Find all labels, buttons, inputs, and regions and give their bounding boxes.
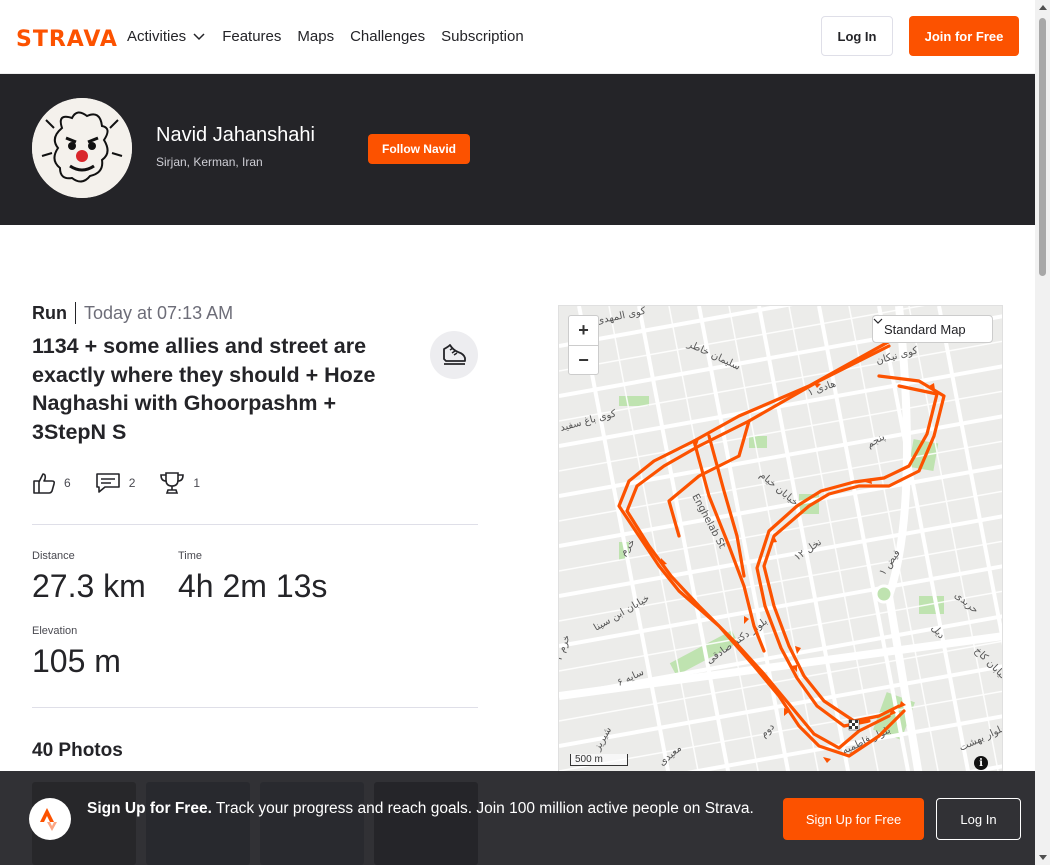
nav-item-label: Subscription: [441, 27, 524, 45]
social-row: 6 2 1: [32, 470, 200, 496]
comment-icon: [95, 473, 120, 493]
nav-item-label: Maps: [297, 27, 335, 45]
photos-title: 40 Photos: [32, 740, 123, 761]
banner-body: Track your progress and reach goals. Joi…: [215, 800, 754, 817]
elevation-label: Elevation: [32, 625, 78, 637]
page-scrollbar[interactable]: [1035, 0, 1050, 865]
time-value: 4h 2m 13s: [178, 568, 328, 604]
banner-message: Sign Up for Free. Track your progress an…: [87, 798, 767, 820]
nav-item-challenges[interactable]: Challenges: [350, 24, 425, 48]
nav-item-label: Challenges: [350, 27, 426, 45]
nav-item-label: Activities: [127, 27, 187, 45]
divider: [32, 524, 478, 525]
map-canvas[interactable]: کوی المهدی سلیمان خاطر هادی ۱ کوی نیکان …: [559, 306, 1003, 775]
activity-time: Today at 07:13 AM: [84, 303, 234, 323]
info-icon[interactable]: i: [974, 756, 988, 770]
nav-item-label: Features: [222, 27, 282, 45]
elevation-value: 105 m: [32, 643, 121, 679]
strava-chevron-icon: [40, 808, 57, 831]
banner-signup-button[interactable]: Sign Up for Free: [783, 798, 924, 840]
distance-value: 27.3 km: [32, 568, 146, 604]
zoom-control: + −: [568, 315, 599, 375]
nav-item-features[interactable]: Features: [222, 24, 281, 48]
scroll-down-arrow-icon[interactable]: [1039, 855, 1047, 860]
activity-type: Run: [32, 302, 76, 324]
gear-shoe-button[interactable]: [430, 331, 478, 379]
map-type-label: Standard Map: [884, 321, 966, 337]
comments-count: 2: [128, 476, 136, 490]
banner-login-button[interactable]: Log In: [936, 798, 1021, 840]
nav-item-subscription[interactable]: Subscription: [441, 24, 524, 48]
scroll-thumb[interactable]: [1039, 18, 1046, 276]
thumbs-up-icon: [33, 473, 56, 494]
shoe-icon: [443, 344, 466, 365]
top-navigation: STRAVA Activities Features Maps Challeng…: [0, 0, 1035, 74]
chevron-down-icon: [193, 33, 205, 41]
banner-headline: Sign Up for Free.: [87, 800, 212, 817]
athlete-header: Navid Jahanshahi Sirjan, Kerman, Iran Fo…: [0, 74, 1035, 225]
distance-label: Distance: [32, 550, 75, 562]
signup-banner: Sign Up for Free. Track your progress an…: [0, 771, 1035, 865]
route-start-flag: [848, 719, 860, 731]
strava-logo[interactable]: STRAVA: [16, 27, 118, 52]
comments-button[interactable]: 2: [95, 471, 136, 495]
athlete-name[interactable]: Navid Jahanshahi: [156, 124, 315, 147]
activity-meta: Run Today at 07:13 AM: [32, 302, 233, 324]
zoom-out-button[interactable]: −: [569, 345, 598, 374]
kudos-count: 6: [64, 476, 71, 490]
map-scale-bar: 500 m: [570, 754, 628, 766]
follow-button[interactable]: Follow Navid: [368, 134, 470, 164]
avatar-image: [32, 98, 132, 198]
strava-app-icon: [29, 798, 71, 840]
zoom-in-button[interactable]: +: [569, 316, 598, 345]
trophy-icon: [160, 472, 185, 494]
achievements-button[interactable]: 1: [159, 470, 200, 496]
nav-item-activities[interactable]: Activities: [127, 24, 206, 48]
activity-map[interactable]: کوی المهدی سلیمان خاطر هادی ۱ کوی نیکان …: [558, 305, 1003, 775]
kudos-button[interactable]: 6: [32, 471, 71, 495]
map-type-select[interactable]: Standard Map: [872, 315, 993, 343]
athlete-avatar[interactable]: [32, 98, 132, 198]
join-button[interactable]: Join for Free: [909, 16, 1019, 56]
scroll-up-arrow-icon[interactable]: [1039, 5, 1047, 10]
nav-item-maps[interactable]: Maps: [297, 24, 334, 48]
activity-title: 1134 + some allies and street are exactl…: [32, 334, 376, 444]
main-nav: Activities Features Maps Challenges Subs…: [127, 24, 524, 48]
athlete-location: Sirjan, Kerman, Iran: [156, 155, 263, 169]
time-label: Time: [178, 550, 203, 562]
login-button[interactable]: Log In: [821, 16, 893, 56]
divider: [32, 707, 478, 708]
chevron-down-icon: [873, 318, 883, 324]
achievements-count: 1: [193, 476, 201, 490]
